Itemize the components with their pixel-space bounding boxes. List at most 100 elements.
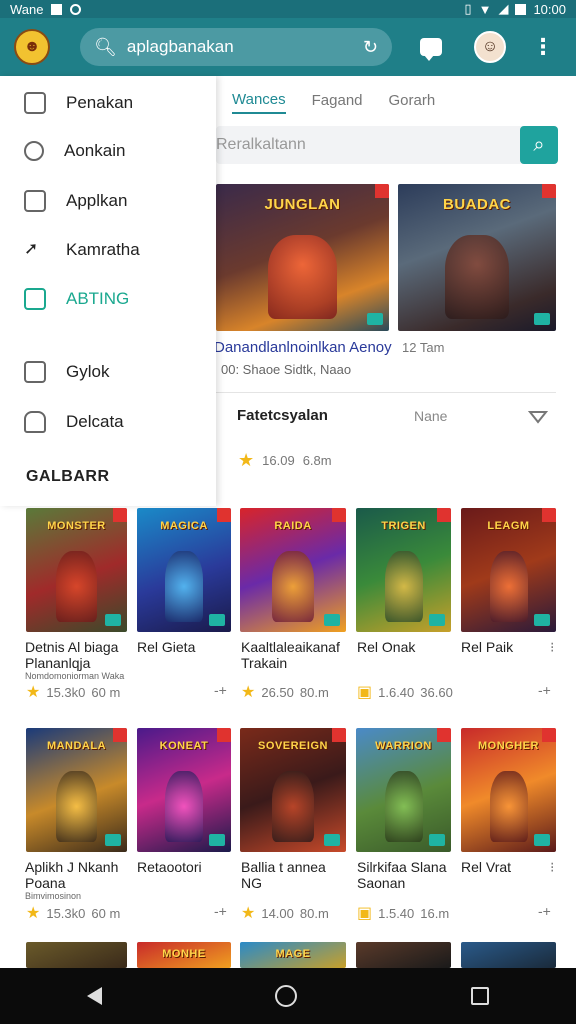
main-search-placeholder[interactable]: Reralkaltann	[216, 136, 520, 154]
character-figure	[445, 235, 509, 320]
game-title: SOVEREIGN	[258, 740, 328, 752]
game-card-art[interactable]: MONSTER	[26, 508, 127, 632]
card-rating: ▣ 1.5.40 16.m	[357, 903, 449, 923]
more-options-icon[interactable]: ⋮	[532, 36, 554, 58]
star-icon: ▣	[357, 905, 373, 922]
more-icon[interactable]: -+	[538, 903, 551, 919]
game-card-art[interactable]: MAGE	[240, 942, 346, 968]
drawer-item-1[interactable]: Penakan	[24, 92, 133, 114]
star-icon: ★	[241, 905, 256, 922]
game-card-art[interactable]	[461, 942, 556, 968]
drawer-item-5[interactable]: ABTING	[24, 288, 129, 310]
character-figure	[489, 771, 528, 843]
tab-1[interactable]: Wances	[232, 91, 286, 114]
game-card-art[interactable]: MONGHER	[461, 728, 556, 852]
archive-icon	[24, 411, 46, 433]
tab-2[interactable]: Fagand	[312, 92, 363, 113]
drawer-item-7[interactable]: Delcata	[24, 411, 124, 433]
drawer-item-6[interactable]: Gylok	[24, 361, 109, 383]
rating-value: 16.09	[262, 453, 295, 468]
more-icon[interactable]: -+	[214, 682, 227, 698]
share-icon	[24, 141, 44, 161]
ribbon-badge	[217, 508, 231, 522]
card-title[interactable]: Kaaltlaleaikanaf Trakain	[241, 639, 345, 671]
card-title[interactable]: Aplikh J Nkanh Poana	[25, 859, 129, 891]
app-bar: ☻ 🔍︎ aplagbanakan ↻ ☺ ⋮	[0, 18, 576, 76]
search-icon: 🔍︎	[94, 36, 117, 57]
card-title[interactable]: Ballia t annea NG	[241, 859, 345, 891]
drawer-item-3[interactable]: Applkan	[24, 190, 127, 212]
card-title[interactable]: Rel Gieta	[137, 639, 241, 655]
card-title[interactable]: Rel Onak	[357, 639, 461, 655]
character-figure	[165, 551, 203, 623]
game-card-art[interactable]: LEAGM	[461, 508, 556, 632]
search-icon: ⌕	[533, 133, 545, 156]
refresh-icon[interactable]: ↻	[363, 37, 378, 58]
main-tabs: Wances Fagand Gorarh	[216, 84, 576, 120]
platform-badge-icon	[534, 614, 550, 626]
card-title[interactable]: Detnis Al biaga Plananlqja	[25, 639, 129, 671]
featured-art-2[interactable]: BUADAC	[398, 184, 556, 331]
back-icon[interactable]	[86, 987, 102, 1005]
chat-icon[interactable]	[420, 38, 442, 61]
star-icon: ★	[238, 450, 255, 470]
search-bar[interactable]: 🔍︎ aplagbanakan ↻	[80, 28, 392, 66]
clock: 10:00	[533, 1, 566, 17]
card-subtitle: Bimvimosinon	[25, 891, 82, 901]
platform-badge-icon	[209, 614, 225, 626]
game-card-art[interactable]	[356, 942, 451, 968]
more-icon[interactable]: -+	[538, 682, 551, 698]
tab-3[interactable]: Gorarh	[389, 92, 436, 113]
game-card-art[interactable]: MONHE	[137, 942, 231, 968]
character-figure	[56, 551, 97, 623]
avatar[interactable]: ☺	[474, 31, 506, 63]
ribbon-badge	[113, 508, 127, 522]
star-icon: ★	[26, 684, 41, 701]
card-title[interactable]: Silrkifaa Slana Saonan	[357, 859, 461, 891]
character-figure	[384, 551, 423, 623]
game-card-art[interactable]: MAGICA	[137, 508, 231, 632]
game-card-art[interactable]: TRIGEN	[356, 508, 451, 632]
ribbon-badge	[542, 728, 556, 742]
card-subtitle: Nomdomoniorman Waka	[25, 671, 125, 681]
drawer-item-label: Penakan	[66, 93, 134, 112]
more-icon[interactable]: ⁝	[550, 859, 554, 876]
character-figure	[56, 771, 97, 843]
chevron-down-icon[interactable]	[528, 410, 548, 424]
featured-title-2[interactable]: 12 Tam	[402, 340, 444, 355]
divider	[216, 392, 556, 393]
notification-icon	[51, 3, 63, 15]
card-rating: ★ 14.00 80.m	[241, 903, 329, 923]
search-query[interactable]: aplagbanakan	[127, 37, 363, 57]
more-icon[interactable]: -+	[214, 903, 227, 919]
filter-value[interactable]: Nane	[414, 408, 447, 424]
character-figure	[165, 771, 203, 843]
app-logo-icon[interactable]: ☻	[14, 29, 50, 65]
main-search-button[interactable]: ⌕	[520, 126, 558, 164]
main-search[interactable]: Reralkaltann ⌕	[216, 126, 558, 164]
featured-title-1[interactable]: Danandlanlnoinlkan Aenoy	[214, 339, 392, 356]
home-icon[interactable]	[275, 985, 298, 1007]
card-title[interactable]: Retaootori	[137, 859, 241, 875]
drawer-item-label: Gylok	[66, 362, 110, 381]
rating-count: 60 m	[91, 905, 121, 921]
drawer-item-label: ABTING	[66, 289, 130, 308]
game-card-art[interactable]: SOVEREIGN	[240, 728, 346, 852]
game-card-art[interactable]: RAIDA	[240, 508, 346, 632]
recents-icon[interactable]	[471, 987, 490, 1005]
featured-art-1[interactable]: JUNGLAN	[216, 184, 389, 331]
send-icon: ➚	[24, 239, 39, 258]
rating-value: 15.3k0	[46, 684, 86, 700]
ribbon-badge	[332, 728, 346, 742]
game-card-art[interactable]: MANDALA	[26, 728, 127, 852]
drawer-item-4[interactable]: ➚ Kamratha	[24, 239, 140, 261]
drawer-item-2[interactable]: Aonkain	[24, 141, 125, 161]
more-icon[interactable]: ⁝	[550, 639, 554, 656]
game-card-art[interactable]	[26, 942, 127, 968]
home-icon	[24, 92, 46, 114]
game-card-art[interactable]: KONEAT	[137, 728, 231, 852]
game-card-art[interactable]: WARRION	[356, 728, 451, 852]
character-figure	[267, 235, 338, 320]
star-icon: ★	[26, 905, 41, 922]
platform-badge-icon	[429, 614, 445, 626]
